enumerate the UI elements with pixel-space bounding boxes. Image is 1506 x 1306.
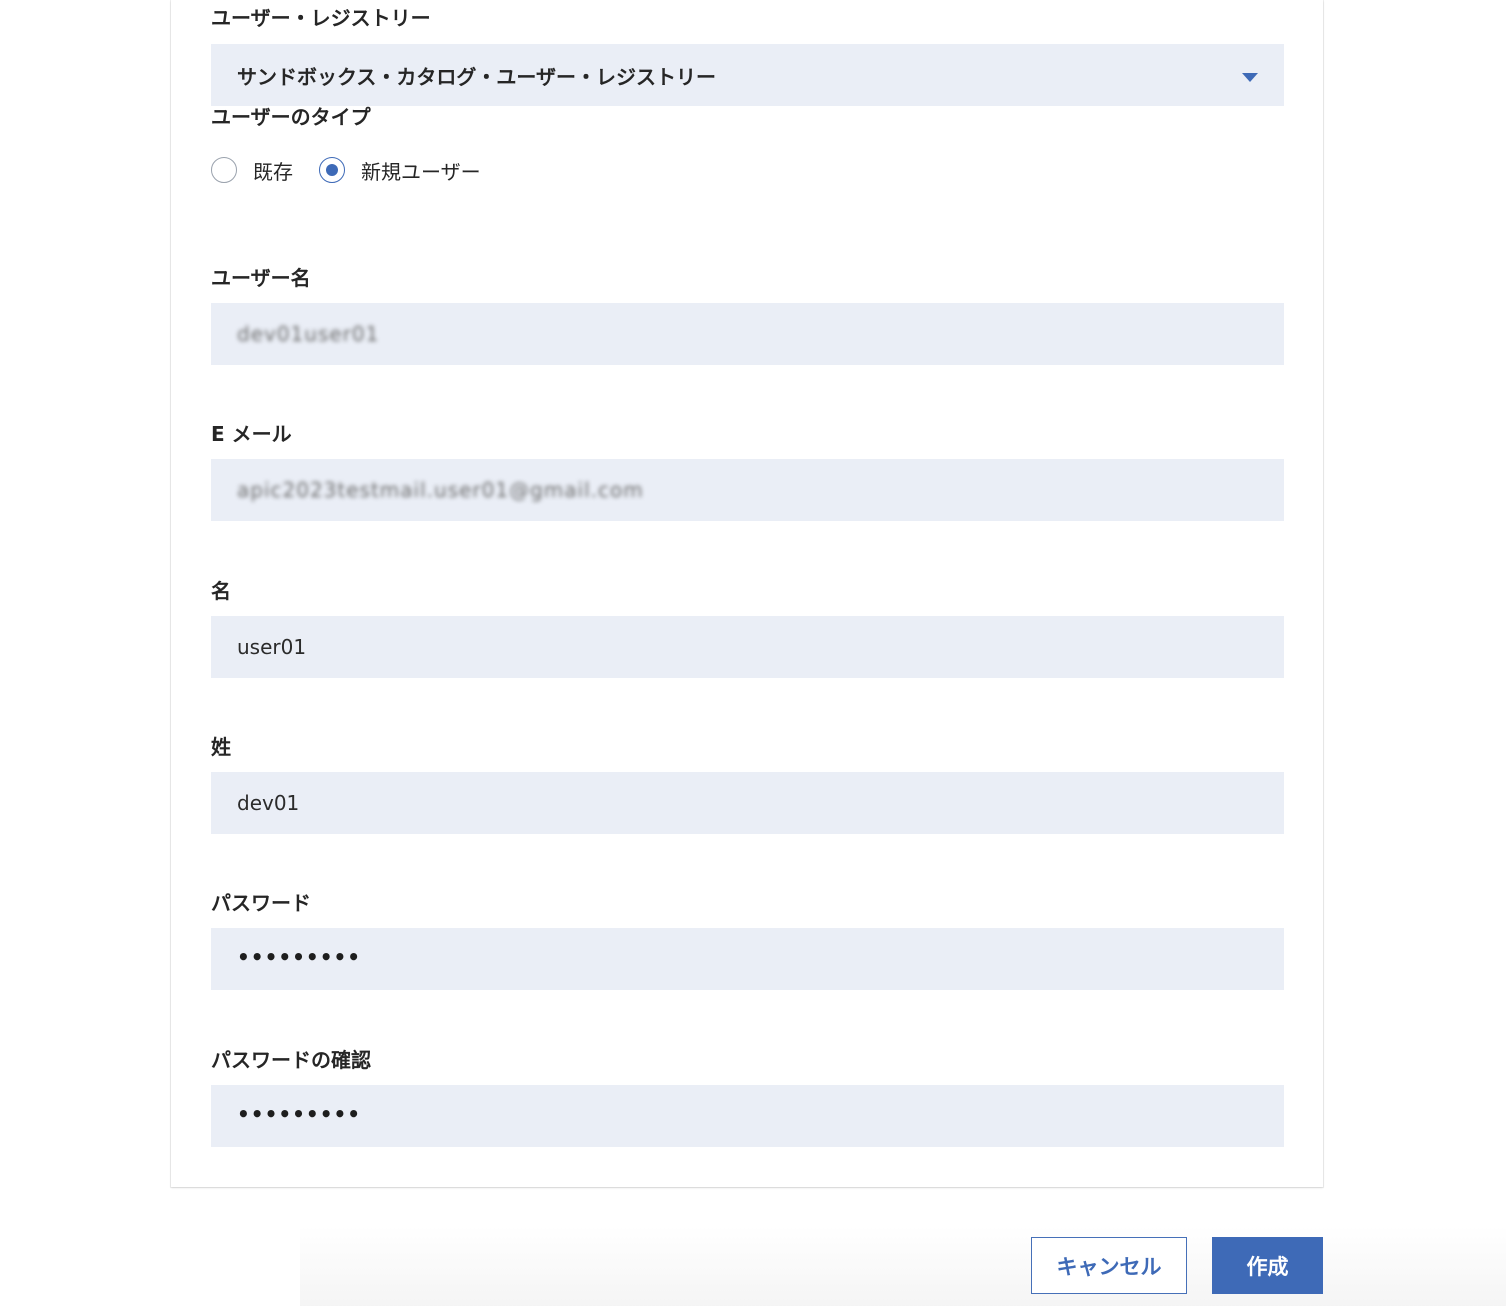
first-name-label: 名 <box>211 579 231 603</box>
create-button[interactable]: 作成 <box>1212 1237 1323 1294</box>
email-input[interactable]: apic2023testmail.user01@gmail.com <box>211 459 1284 521</box>
confirm-password-label: パスワードの確認 <box>211 1048 371 1072</box>
radio-option-existing[interactable]: 既存 <box>211 156 293 185</box>
confirm-password-value: ••••••••• <box>237 1102 362 1126</box>
confirm-password-input[interactable]: ••••••••• <box>211 1085 1284 1147</box>
password-value: ••••••••• <box>237 945 362 969</box>
username-value: dev01user01 <box>237 322 380 346</box>
email-value: apic2023testmail.user01@gmail.com <box>237 478 644 502</box>
footer-shadow <box>300 1226 1506 1306</box>
create-user-page: ユーザー・レジストリー サンドボックス・カタログ・ユーザー・レジストリー ユーザ… <box>0 0 1506 1306</box>
username-label: ユーザー名 <box>211 266 311 290</box>
first-name-value: user01 <box>237 635 307 659</box>
radio-selected-dot <box>326 164 338 176</box>
radio-button-existing[interactable] <box>211 157 237 183</box>
radio-button-new-user[interactable] <box>319 157 345 183</box>
radio-label-existing: 既存 <box>253 159 293 184</box>
user-type-radio-group: 既存 新規ユーザー <box>211 155 507 185</box>
last-name-label: 姓 <box>211 735 231 759</box>
registry-selected-value: サンドボックス・カタログ・ユーザー・レジストリー <box>237 64 716 89</box>
radio-label-new-user: 新規ユーザー <box>361 159 481 184</box>
cancel-button[interactable]: キャンセル <box>1031 1237 1187 1294</box>
chevron-down-icon[interactable] <box>1242 73 1258 82</box>
username-input[interactable]: dev01user01 <box>211 303 1284 365</box>
password-input[interactable]: ••••••••• <box>211 928 1284 990</box>
last-name-input[interactable]: dev01 <box>211 772 1284 834</box>
last-name-value: dev01 <box>237 791 300 815</box>
radio-option-new-user[interactable]: 新規ユーザー <box>319 156 481 185</box>
registry-select[interactable]: サンドボックス・カタログ・ユーザー・レジストリー <box>211 44 1284 106</box>
email-label: E メール <box>211 422 292 446</box>
password-label: パスワード <box>211 891 311 915</box>
user-type-label: ユーザーのタイプ <box>211 105 371 129</box>
registry-label: ユーザー・レジストリー <box>211 6 431 30</box>
first-name-input[interactable]: user01 <box>211 616 1284 678</box>
